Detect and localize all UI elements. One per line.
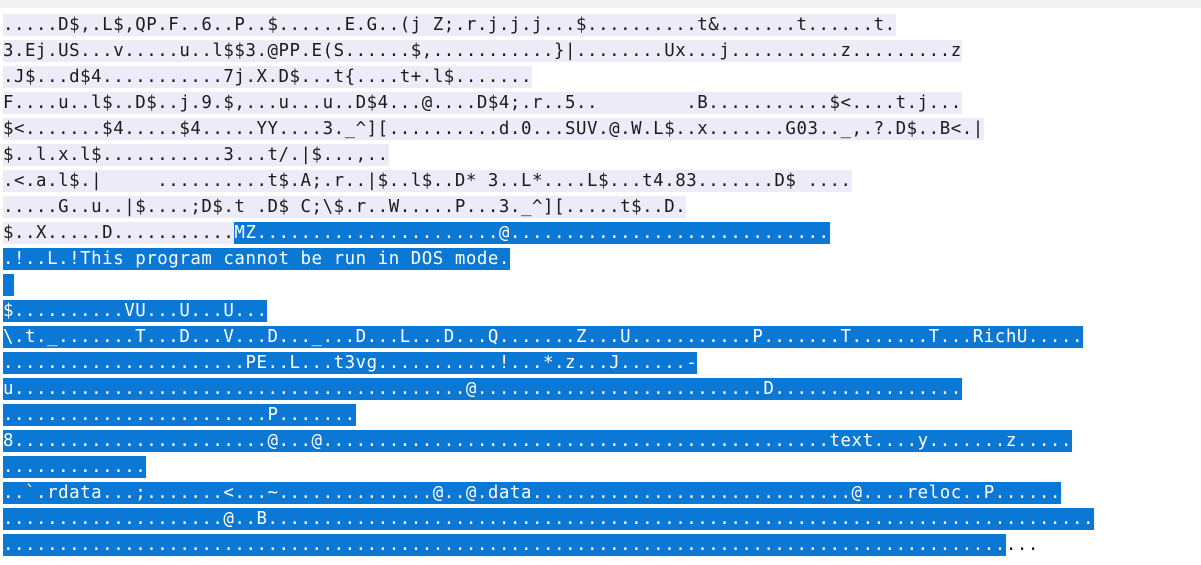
editor-line[interactable]: $..........VU...U...U... <box>3 298 268 324</box>
selected-text: ..`.rdata...;.......<...~..............@… <box>3 482 1061 504</box>
editor-line[interactable]: .!..L.!This program cannot be run in DOS… <box>3 246 510 272</box>
selected-text: MZ......................@...............… <box>234 222 830 244</box>
selected-text: ........................................… <box>3 534 1006 556</box>
line-text: $..X.....D........... <box>3 222 235 244</box>
selected-text: ......................PE..L...t3vg......… <box>3 352 698 374</box>
text-editor[interactable]: .....D$,.L$,QP.F..6..P..$......E.G..(j Z… <box>0 0 1201 565</box>
editor-line[interactable]: u.......................................… <box>3 376 962 402</box>
editor-line[interactable]: ........................................… <box>3 532 1039 558</box>
line-text: .....D$,.L$,QP.F..6..P..$......E.G..(j Z… <box>3 14 896 36</box>
editor-line[interactable]: ............. <box>3 454 147 480</box>
editor-line[interactable]: $<.......$4.....$4.....YY....3._^][.....… <box>3 116 984 142</box>
editor-line[interactable]: $..l.x.l$...........3...t/.|$...,.. <box>3 142 389 168</box>
line-text: .....G..u..|$....;D$.t .D$ C;\$.r..W....… <box>3 196 687 218</box>
editor-line[interactable]: ........................P....... <box>3 402 356 428</box>
line-text: F....u..l$..D$..j.9.$,...u...u..D$4...@.… <box>3 92 962 114</box>
selected-text: ....................@..B................… <box>3 508 1094 530</box>
editor-line[interactable]: .....G..u..|$....;D$.t .D$ C;\$.r..W....… <box>3 194 687 220</box>
line-text: ... <box>1005 535 1039 555</box>
selected-text: .!..L.!This program cannot be run in DOS… <box>3 248 510 270</box>
selected-text: $..........VU...U...U... <box>3 300 268 322</box>
line-text: .J$...d$4...........7j.X.D$...t{....t+.l… <box>3 66 532 88</box>
line-text: $..l.x.l$...........3...t/.|$...,.. <box>3 144 389 166</box>
selected-text: ............. <box>3 456 147 478</box>
line-text: .<.a.l$.| ..........t$.A;.r..|$..l$..D* … <box>3 170 852 192</box>
editor-line[interactable]: ......................PE..L...t3vg......… <box>3 350 698 376</box>
editor-line[interactable]: \.t._.......T...D...V...D..._...D...L...… <box>3 324 1083 350</box>
editor-line[interactable]: .J$...d$4...........7j.X.D$...t{....t+.l… <box>3 64 532 90</box>
selected-text <box>3 274 15 296</box>
selected-text: 8.......................@...@...........… <box>3 430 1072 452</box>
editor-line[interactable]: 8.......................@...@...........… <box>3 428 1072 454</box>
editor-line[interactable]: .....D$,.L$,QP.F..6..P..$......E.G..(j Z… <box>3 12 896 38</box>
editor-line[interactable]: 3.Ej.US...v.....u..l$$3.@PP.E(S......$,.… <box>3 38 962 64</box>
editor-line[interactable]: $..X.....D...........MZ.................… <box>3 220 830 246</box>
editor-line[interactable]: ....................@..B................… <box>3 506 1094 532</box>
editor-line[interactable]: .<.a.l$.| ..........t$.A;.r..|$..l$..D* … <box>3 168 852 194</box>
line-text: 3.Ej.US...v.....u..l$$3.@PP.E(S......$,.… <box>3 40 962 62</box>
editor-line[interactable] <box>3 272 15 298</box>
selected-text: ........................P....... <box>3 404 356 426</box>
selected-text: u.......................................… <box>3 378 962 400</box>
editor-line[interactable]: ..`.rdata...;.......<...~..............@… <box>3 480 1061 506</box>
editor-line[interactable]: F....u..l$..D$..j.9.$,...u...u..D$4...@.… <box>3 90 962 116</box>
selected-text: \.t._.......T...D...V...D..._...D...L...… <box>3 326 1083 348</box>
line-text: $<.......$4.....$4.....YY....3._^][.....… <box>3 118 984 140</box>
